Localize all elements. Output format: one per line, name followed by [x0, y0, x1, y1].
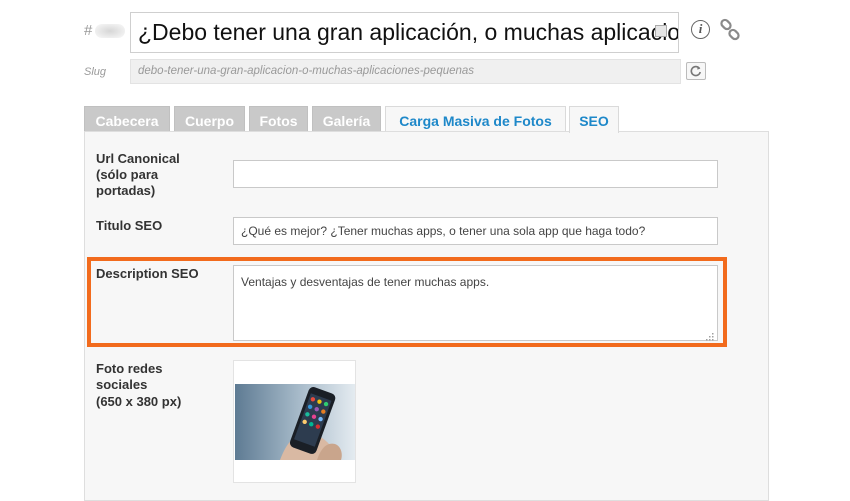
tab-seo[interactable]: SEO — [569, 106, 619, 133]
social-photo-label-line3: (650 x 380 px) — [96, 394, 182, 409]
link-icon[interactable] — [718, 18, 742, 42]
canonical-label-line1: Url Canonical — [96, 151, 180, 166]
field-expand-icon[interactable] — [655, 25, 667, 37]
social-photo-label-line1: Foto redes — [96, 361, 163, 376]
seo-title-label: Titulo SEO — [96, 218, 163, 233]
blurred-id — [95, 24, 125, 38]
canonical-url-input[interactable] — [233, 160, 718, 188]
tab-carga-masiva-de-fotos[interactable]: Carga Masiva de Fotos — [385, 106, 566, 132]
tab-cabecera[interactable]: Cabecera — [84, 106, 170, 131]
slug-label: Slug — [84, 66, 107, 78]
slug-input[interactable]: debo-tener-una-gran-aplicacion-o-muchas-… — [130, 59, 681, 84]
tab-cuerpo[interactable]: Cuerpo — [174, 106, 245, 131]
id-hash: # — [84, 22, 93, 39]
canonical-label-line2: (sólo para — [96, 167, 159, 182]
social-photo-label-line2: sociales — [96, 377, 148, 392]
title-input[interactable]: ¿Debo tener una gran aplicación, o mucha… — [130, 12, 679, 53]
reset-icon[interactable] — [686, 62, 706, 80]
tab-fotos[interactable]: Fotos — [249, 106, 308, 131]
info-icon[interactable]: i — [691, 20, 710, 39]
canonical-label-line3: portadas) — [96, 183, 156, 198]
social-photo-image — [235, 384, 355, 460]
description-highlight-box — [87, 257, 727, 347]
seo-title-input[interactable]: ¿Qué es mejor? ¿Tener muchas apps, o ten… — [233, 217, 718, 245]
tab-galeria[interactable]: Galería — [312, 106, 381, 131]
